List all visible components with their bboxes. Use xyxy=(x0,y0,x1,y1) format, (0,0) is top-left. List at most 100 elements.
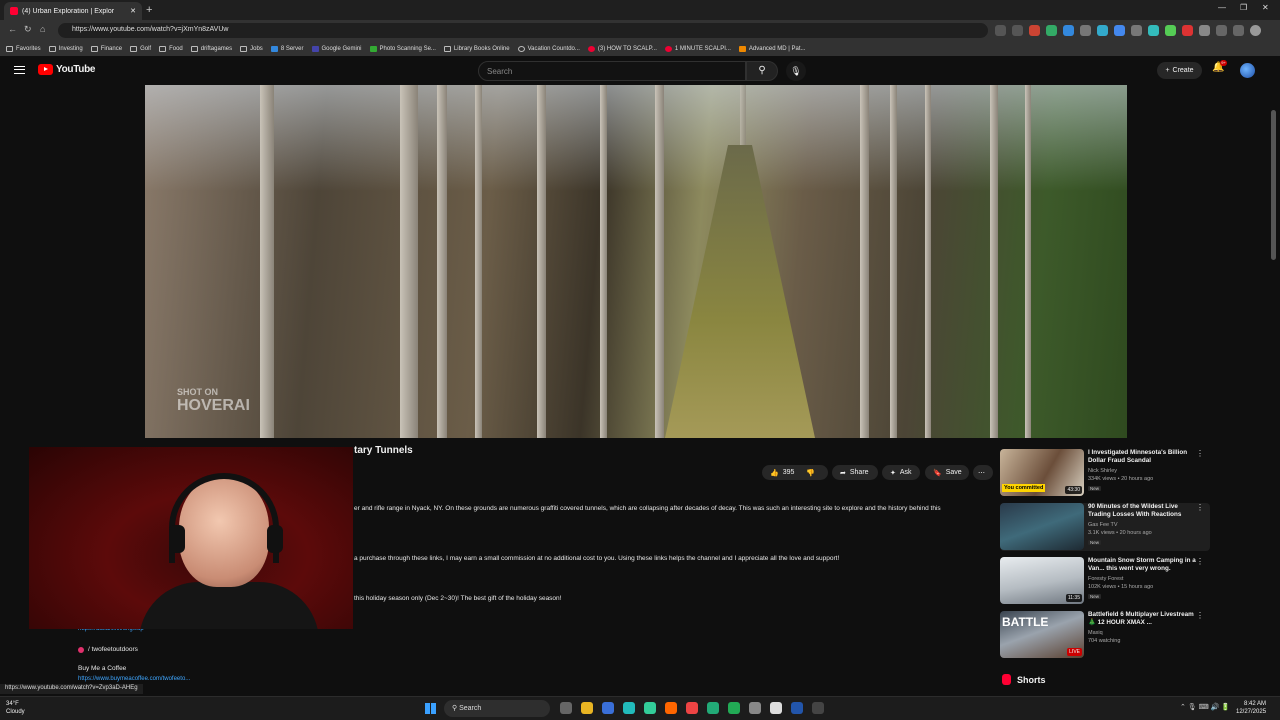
extension-icon[interactable] xyxy=(1199,25,1210,36)
extension-icon[interactable] xyxy=(1029,25,1040,36)
extension-icon[interactable] xyxy=(1063,25,1074,36)
like-button[interactable]: 👍 xyxy=(770,469,779,477)
reload-icon[interactable]: ↻ xyxy=(24,24,32,35)
like-dislike-group: 👍 395 👎 xyxy=(762,465,828,480)
profile-avatar-icon[interactable] xyxy=(1250,25,1261,36)
description-line: a purchase through these links, I may ea… xyxy=(354,555,840,562)
app-icon[interactable] xyxy=(623,702,635,714)
recommended-video[interactable]: 90 Minutes of the Wildest Live Trading L… xyxy=(1000,503,1210,551)
search-input[interactable]: Search xyxy=(478,61,746,81)
account-avatar[interactable] xyxy=(1240,63,1255,78)
ask-button[interactable]: ✦ Ask xyxy=(882,465,920,480)
browser-tab-active[interactable]: (4) Urban Exploration | Explor ✕ xyxy=(4,2,142,20)
extension-icons xyxy=(995,25,1261,36)
bookmark-jobs[interactable]: Jobs xyxy=(240,45,263,52)
bookmark-1-minute-scalping[interactable]: 1 MINUTE SCALPI... xyxy=(664,45,731,52)
extension-icon[interactable] xyxy=(1216,25,1227,36)
more-options-icon[interactable]: ⋮ xyxy=(1196,557,1204,566)
bookmark-photo-scanning[interactable]: Photo Scanning Se... xyxy=(369,45,436,52)
extension-icon[interactable] xyxy=(1182,25,1193,36)
home-icon[interactable]: ⌂ xyxy=(40,24,45,34)
server-icon xyxy=(270,45,278,52)
more-options-icon[interactable]: ⋮ xyxy=(1196,611,1204,620)
voice-search-button[interactable]: 🎙 xyxy=(786,61,806,81)
bookmark-golf[interactable]: Golf xyxy=(130,45,151,52)
shorts-icon xyxy=(1002,674,1011,685)
taskbar-search[interactable]: ⚲ Search xyxy=(444,700,550,717)
youtube-logo[interactable]: YouTube xyxy=(38,64,96,75)
xbox-icon[interactable] xyxy=(707,702,719,714)
extension-icon[interactable] xyxy=(1114,25,1125,36)
edge-icon[interactable] xyxy=(644,702,656,714)
bookmark-food[interactable]: Food xyxy=(159,45,183,52)
extension-icon[interactable] xyxy=(995,25,1006,36)
recommended-video[interactable]: You committed 43:30 I Investigated Minne… xyxy=(1000,449,1210,497)
video-player[interactable]: SHOT ON HOVERAI xyxy=(145,85,1127,438)
recommended-video[interactable]: BATTLE LIVE Battlefield 6 Multiplayer Li… xyxy=(1000,611,1210,659)
video-thumbnail[interactable]: BATTLE LIVE xyxy=(1000,611,1084,658)
weather-widget[interactable]: 34°F Cloudy xyxy=(6,700,25,716)
share-button[interactable]: ➦ Share xyxy=(832,465,878,480)
maximize-icon[interactable]: ❐ xyxy=(1240,3,1247,12)
channel-name[interactable]: Foresty Forest xyxy=(1088,576,1123,582)
menu-icon[interactable] xyxy=(14,66,25,74)
instagram-icon xyxy=(78,646,84,653)
extension-icon[interactable] xyxy=(1233,25,1244,36)
create-button[interactable]: + Create xyxy=(1157,62,1202,79)
coffee-link[interactable]: https://www.buymeacoffee.com/twofeeto... xyxy=(78,676,190,682)
bookmark-google-gemini[interactable]: Google Gemini xyxy=(311,45,362,52)
extension-icon[interactable] xyxy=(1012,25,1023,36)
app-icon[interactable] xyxy=(749,702,761,714)
video-thumbnail[interactable]: 11:35 xyxy=(1000,557,1084,604)
address-bar[interactable]: https://www.youtube.com/watch?v=jXmYn8zA… xyxy=(58,23,988,38)
dislike-button[interactable]: 👎 xyxy=(806,469,815,477)
bookmark-vacation-countdown[interactable]: Vacation Countdo... xyxy=(517,45,580,52)
close-tab-icon[interactable]: ✕ xyxy=(130,7,136,15)
extension-icon[interactable] xyxy=(1080,25,1091,36)
channel-name[interactable]: Gas Fee TV xyxy=(1088,522,1118,528)
excel-icon[interactable] xyxy=(728,702,740,714)
video-thumbnail[interactable] xyxy=(1000,503,1084,550)
extension-icon[interactable] xyxy=(1046,25,1057,36)
brave-icon[interactable] xyxy=(686,702,698,714)
extension-icon[interactable] xyxy=(1097,25,1108,36)
app-icon[interactable] xyxy=(770,702,782,714)
bookmark-library-books[interactable]: Library Books Online xyxy=(443,45,510,52)
bookmark-advanced-md[interactable]: Advanced MD | Pat... xyxy=(738,45,806,52)
channel-name[interactable]: Maxiq xyxy=(1088,630,1103,636)
firefox-icon[interactable] xyxy=(665,702,677,714)
save-button[interactable]: 🔖 Save xyxy=(925,465,969,480)
word-icon[interactable] xyxy=(791,702,803,714)
new-tab-button[interactable]: + xyxy=(146,4,152,16)
more-actions-button[interactable]: ⋯ xyxy=(973,465,993,480)
extension-icon[interactable] xyxy=(1165,25,1176,36)
bookmark-driftagames[interactable]: driftagames xyxy=(190,45,232,52)
bookmark-investing[interactable]: Investing xyxy=(48,45,83,52)
bookmark-8-server[interactable]: 8 Server xyxy=(270,45,304,52)
bookmark-how-to-scalp[interactable]: (3) HOW TO SCALP... xyxy=(587,45,657,52)
app-icon[interactable] xyxy=(602,702,614,714)
file-explorer-icon[interactable] xyxy=(581,702,593,714)
more-options-icon[interactable]: ⋮ xyxy=(1196,449,1204,458)
close-window-icon[interactable]: ✕ xyxy=(1262,3,1269,12)
recommended-video[interactable]: 11:35 Mountain Snow Storm Camping in a V… xyxy=(1000,557,1210,605)
task-view-icon[interactable] xyxy=(560,702,572,714)
search-button[interactable]: ⚲ xyxy=(746,61,778,81)
bookmark-finance[interactable]: Finance xyxy=(90,45,122,52)
temperature: 34°F xyxy=(6,701,19,707)
taskbar-clock[interactable]: 8:42 AM 12/27/2025 xyxy=(1236,700,1266,716)
minimize-icon[interactable]: — xyxy=(1218,3,1226,12)
new-badge: New xyxy=(1088,594,1102,599)
bookmark-favorites[interactable]: Favorites xyxy=(6,45,41,52)
page-scrollbar[interactable] xyxy=(1271,110,1276,260)
extension-icon[interactable] xyxy=(1148,25,1159,36)
more-options-icon[interactable]: ⋮ xyxy=(1196,503,1204,512)
channel-name[interactable]: Nick Shirley xyxy=(1088,468,1117,474)
settings-icon[interactable] xyxy=(812,702,824,714)
system-tray[interactable]: ⌃ 🎙 ⌨ 🔊 🔋 xyxy=(1180,703,1230,711)
back-icon[interactable]: ← xyxy=(8,24,17,34)
windows-start-icon[interactable] xyxy=(425,703,436,714)
video-thumbnail[interactable]: You committed 43:30 xyxy=(1000,449,1084,496)
instagram-link[interactable]: / twofeetoutdoors xyxy=(78,646,138,653)
extension-icon[interactable] xyxy=(1131,25,1142,36)
